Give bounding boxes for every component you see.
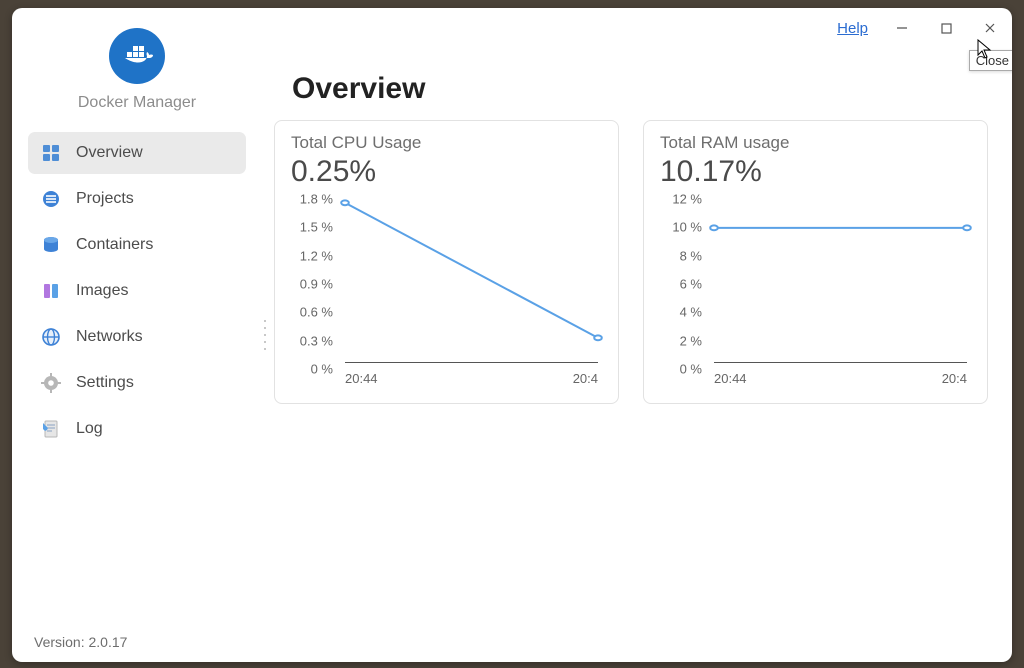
cards-row: Total CPU Usage 0.25% 1.8 % 1.5 % 1.2 % 0.9… (274, 120, 988, 404)
sidebar-resize-handle[interactable] (262, 318, 268, 352)
version-label: Version: 2.0.17 (34, 634, 127, 650)
sidebar-item-settings[interactable]: Settings (28, 362, 246, 404)
app-window: Help Close Docker Mana (12, 8, 1012, 662)
app-name: Docker Manager (78, 94, 196, 112)
card-ram-title: Total RAM usage (660, 133, 971, 153)
chart-cpu: 1.8 % 1.5 % 1.2 % 0.9 % 0.6 % 0.3 % 0 % 20:44 20… (291, 193, 602, 389)
xtick: 20:44 (714, 371, 747, 386)
brand: Docker Manager (12, 28, 262, 112)
ytick: 6 % (680, 277, 702, 292)
sidebar: Docker Manager Overview Projects Contain… (12, 8, 262, 662)
maximize-icon (941, 23, 952, 34)
sidebar-item-label: Overview (76, 144, 143, 162)
sidebar-item-label: Settings (76, 374, 134, 392)
log-icon (40, 418, 62, 440)
ytick: 10 % (672, 220, 702, 235)
xtick: 20:44 (345, 371, 378, 386)
ytick: 0.9 % (300, 277, 333, 292)
sidebar-item-label: Images (76, 282, 128, 300)
docker-icon (119, 38, 155, 74)
chart-ram: 12 % 10 % 8 % 6 % 4 % 2 % 0 % 20:44 20:4 (660, 193, 971, 389)
ytick: 12 % (672, 192, 702, 207)
xtick: 20:4 (573, 371, 598, 386)
stack-icon (40, 188, 62, 210)
sidebar-item-containers[interactable]: Containers (28, 224, 246, 266)
card-ram-value: 10.17% (660, 155, 971, 189)
ytick: 1.2 % (300, 248, 333, 263)
app-logo (109, 28, 165, 84)
page-title: Overview (292, 72, 988, 106)
sidebar-item-projects[interactable]: Projects (28, 178, 246, 220)
xtick: 20:4 (942, 371, 967, 386)
close-button[interactable] (968, 13, 1012, 43)
sidebar-item-label: Containers (76, 236, 153, 254)
help-link[interactable]: Help (837, 20, 868, 37)
globe-icon (40, 326, 62, 348)
sidebar-item-networks[interactable]: Networks (28, 316, 246, 358)
card-ram: Total RAM usage 10.17% 12 % 10 % 8 % 6 % 4 %… (643, 120, 988, 404)
ytick: 2 % (680, 333, 702, 348)
sidebar-item-overview[interactable]: Overview (28, 132, 246, 174)
main-content: Overview Total CPU Usage 0.25% 1.8 % 1.5 … (274, 72, 988, 404)
sidebar-item-label: Networks (76, 328, 143, 346)
close-icon (984, 22, 996, 34)
sidebar-item-images[interactable]: Images (28, 270, 246, 312)
minimize-button[interactable] (880, 13, 924, 43)
close-tooltip: Close (969, 50, 1012, 71)
ytick: 0 % (680, 362, 702, 377)
maximize-button[interactable] (924, 13, 968, 43)
sidebar-item-label: Projects (76, 190, 134, 208)
titlebar: Help (837, 8, 1012, 48)
sidebar-item-label: Log (76, 420, 103, 438)
ytick: 1.5 % (300, 220, 333, 235)
ytick: 1.8 % (300, 192, 333, 207)
nav: Overview Projects Containers Images (12, 130, 262, 452)
ytick: 0.6 % (300, 305, 333, 320)
database-icon (40, 234, 62, 256)
card-cpu-value: 0.25% (291, 155, 602, 189)
card-cpu-title: Total CPU Usage (291, 133, 602, 153)
ytick: 8 % (680, 248, 702, 263)
ytick: 4 % (680, 305, 702, 320)
card-cpu: Total CPU Usage 0.25% 1.8 % 1.5 % 1.2 % 0.9… (274, 120, 619, 404)
gear-icon (40, 372, 62, 394)
grid-icon (40, 142, 62, 164)
ytick: 0 % (311, 362, 333, 377)
ytick: 0.3 % (300, 333, 333, 348)
minimize-icon (896, 22, 908, 34)
sidebar-item-log[interactable]: Log (28, 408, 246, 450)
book-icon (40, 280, 62, 302)
